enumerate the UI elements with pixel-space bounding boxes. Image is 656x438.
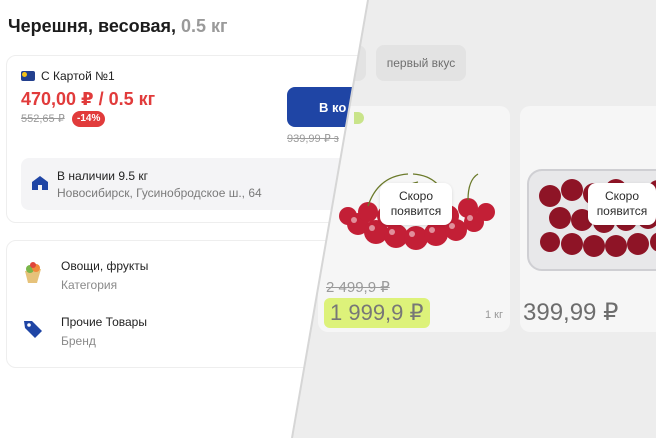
loyalty-card-text: С Картой №1 [41, 69, 115, 83]
card-old-price: 2 499,9 ₽ [326, 279, 390, 296]
coming-soon-label: Скоро появится [380, 183, 452, 225]
price-value: 470,00 ₽ [21, 89, 94, 109]
product-name: Черешня, весовая, [8, 16, 176, 36]
discount-badge: -14% [72, 111, 106, 127]
store-icon [32, 176, 48, 190]
stock-title: В наличии 9.5 кг [57, 169, 148, 183]
vegetables-icon [25, 262, 41, 283]
filter-chip-flavor[interactable]: первый вкус [376, 45, 466, 81]
card-price: 399,99 ₽ [523, 299, 619, 326]
card-price-main: 470,00 ₽ / 0.5 кг [21, 89, 155, 110]
tag-icon [24, 321, 42, 338]
brand-value: Прочие Товары [61, 315, 147, 329]
price-unit: / 0.5 кг [98, 89, 156, 109]
page-title: Черешня, весовая, 0.5 кг [8, 16, 228, 37]
card-unit: 1 кг [485, 309, 503, 321]
store-address: Новосибирск, Гусинобродское ш., 64 [57, 186, 262, 200]
card-promo-price: 1 999,9 ₽ [324, 298, 430, 328]
old-price: 552,65 ₽ [21, 113, 65, 125]
loyalty-card-label: С Картой №1 [21, 69, 115, 83]
brand-label: Бренд [61, 334, 96, 348]
regular-price: 939,99 ₽ з [287, 133, 339, 145]
product-weight: 0.5 кг [181, 16, 228, 36]
category-value: Овощи, фрукты [61, 259, 149, 273]
loyalty-card-icon [21, 71, 35, 81]
category-label: Категория [61, 278, 118, 292]
coming-soon-label: Скоро появится [588, 183, 656, 225]
